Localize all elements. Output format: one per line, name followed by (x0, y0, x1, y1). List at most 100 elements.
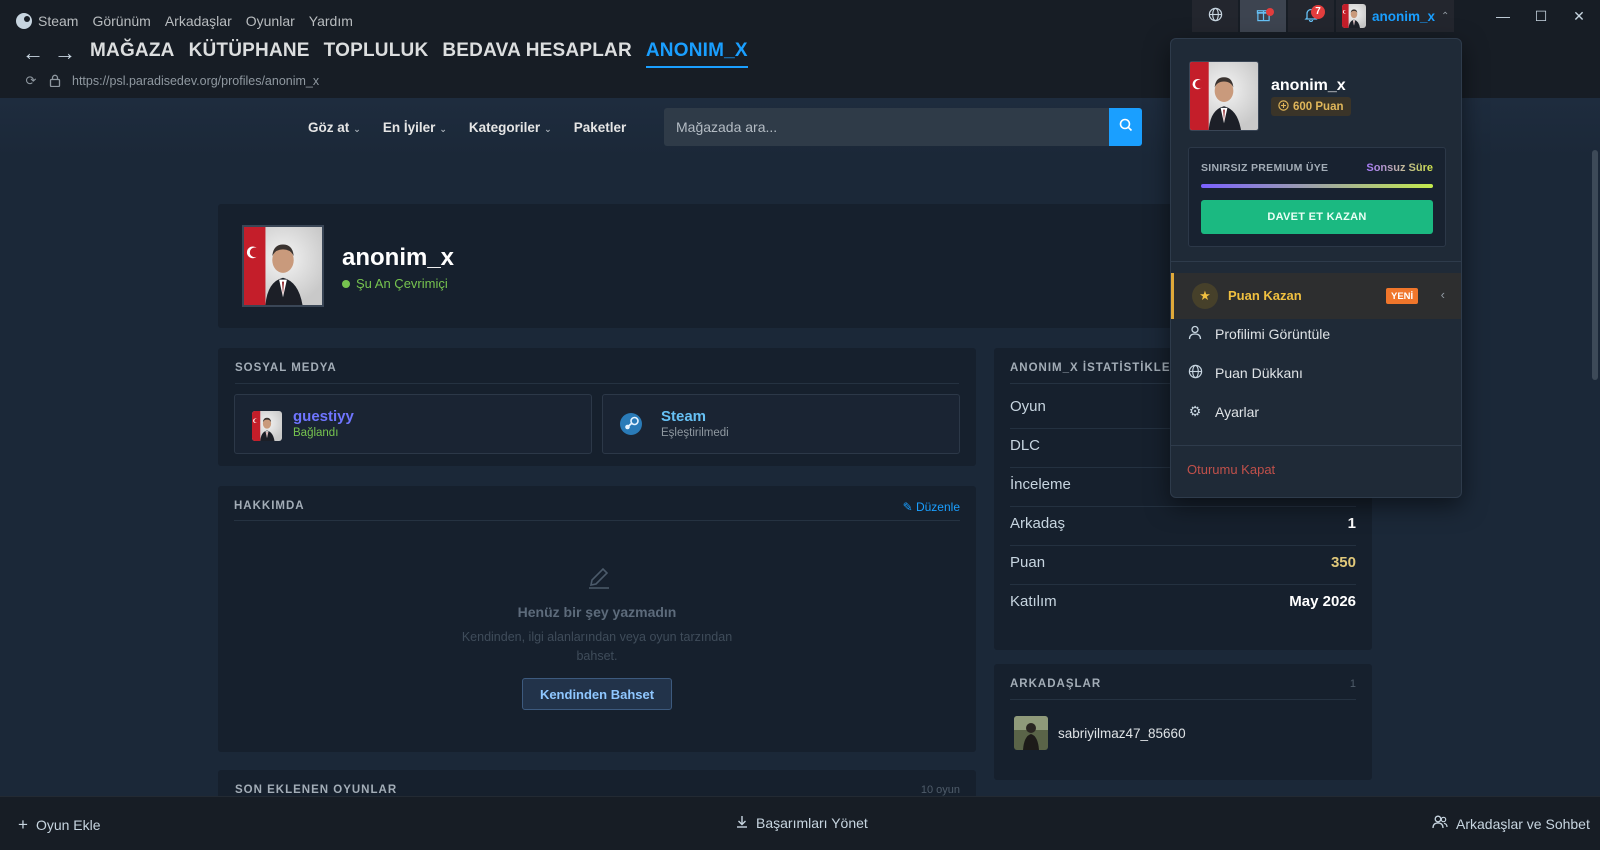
earn-points-item[interactable]: ★ Puan Kazan YENİ ‹ (1171, 273, 1461, 319)
stat-label: Puan (1010, 554, 1046, 571)
gift-button[interactable] (1240, 0, 1286, 32)
dropdown-username: anonim_x (1271, 77, 1346, 94)
back-arrow-icon[interactable]: ← (20, 41, 46, 67)
social-card-status: Eşleştirilmedi (661, 427, 729, 439)
search-icon (1119, 118, 1133, 137)
settings-label: Ayarlar (1215, 403, 1260, 420)
bottom-bar: + Oyun Ekle Başarımları Yönet Arkadaşlar… (0, 796, 1600, 850)
steam-menu-label: Steam (38, 13, 79, 29)
stat-label: İnceleme (1010, 476, 1071, 493)
download-icon (736, 815, 748, 831)
nav-profile[interactable]: ANONIM_X (645, 40, 748, 68)
store-bundles-label: Paketler (573, 120, 627, 135)
notifications-button[interactable]: 7 (1288, 0, 1334, 32)
earn-points-label: Puan Kazan (1228, 288, 1302, 303)
add-game-button[interactable]: + Oyun Ekle (18, 815, 101, 835)
points-shop-label: Puan Dükkanı (1215, 365, 1303, 381)
dropdown-avatar (1189, 61, 1259, 131)
divider (1171, 261, 1461, 262)
stats-title: ANONIM_X İSTATİSTİKLERİ (1010, 362, 1184, 374)
globe-icon (1187, 364, 1203, 382)
manage-achievements-button[interactable]: Başarımları Yönet (736, 815, 868, 831)
page-scrollbar[interactable] (1592, 150, 1598, 380)
logout-button[interactable]: Oturumu Kapat (1187, 462, 1275, 477)
stat-value: 1 (1347, 515, 1356, 532)
url-row: ⟳ https://psl.paradisedev.org/profiles/a… (24, 74, 320, 89)
friends-panel: ARKADAŞLAR 1 sabriyilmaz47_85660 (994, 664, 1372, 780)
lock-icon (48, 74, 62, 88)
stat-row-points: Puan 350 (1010, 546, 1356, 585)
premium-progress-bar (1201, 184, 1433, 188)
points-shop-item[interactable]: Puan Dükkanı (1187, 364, 1303, 382)
stat-label: Katılım (1010, 593, 1057, 610)
steam-icon (619, 412, 643, 441)
menu-help[interactable]: Yardım (309, 13, 353, 29)
url-text[interactable]: https://psl.paradisedev.org/profiles/ano… (72, 74, 319, 88)
minimize-icon[interactable]: — (1484, 0, 1522, 32)
top-buttons: 7 anonim_x ⌃ (1192, 0, 1454, 32)
menu-view[interactable]: Görünüm (92, 13, 150, 29)
stat-label: Arkadaş (1010, 515, 1066, 532)
menu-games[interactable]: Oyunlar (246, 13, 295, 29)
close-icon[interactable]: ✕ (1560, 0, 1598, 32)
coin-icon (1278, 99, 1289, 114)
plus-icon: + (18, 815, 28, 834)
user-avatar (252, 411, 282, 441)
user-icon (1187, 325, 1203, 343)
tell-about-yourself-button[interactable]: Kendinden Bahset (522, 678, 672, 710)
stat-value: May 2026 (1289, 593, 1356, 610)
store-categories[interactable]: Kategoriler ⌄ (469, 120, 552, 135)
nav-library[interactable]: KÜTÜPHANE (189, 40, 310, 68)
recent-games-title: SON EKLENEN OYUNLAR (235, 784, 398, 796)
about-empty-subtitle: Kendinden, ilgi alanlarından veya oyun t… (461, 630, 733, 663)
edit-link[interactable]: ✎ Düzenle (903, 500, 960, 514)
social-card-guestiyy[interactable]: guestiyy Bağlandı (234, 394, 592, 454)
store-search (664, 108, 1142, 146)
profile-name: anonim_x (342, 244, 455, 271)
view-profile-item[interactable]: Profilimi Görüntüle (1187, 325, 1330, 343)
store-top-label: En İyiler (382, 120, 436, 135)
chevron-down-icon: ⌄ (544, 124, 552, 134)
premium-duration: Sonsuz Süre (1366, 162, 1433, 174)
add-game-label: Oyun Ekle (35, 817, 101, 833)
online-status-text: Şu An Çevrimiçi (356, 276, 448, 291)
search-input[interactable] (664, 108, 1106, 146)
top-username: anonim_x (1372, 8, 1436, 24)
store-bundles[interactable]: Paketler (574, 120, 627, 135)
settings-item[interactable]: ⚙ Ayarlar (1187, 403, 1259, 420)
stat-value: 350 (1330, 554, 1356, 571)
stat-label: DLC (1010, 437, 1041, 454)
chevron-down-icon: ⌄ (353, 124, 361, 134)
menu-friends[interactable]: Arkadaşlar (165, 13, 232, 29)
points-text: 600 Puan (1293, 100, 1344, 113)
reload-icon[interactable]: ⟳ (24, 74, 38, 88)
divider (1171, 445, 1461, 446)
nav-store[interactable]: MAĞAZA (90, 40, 175, 68)
steam-menu[interactable]: Steam (16, 13, 78, 29)
nav-community[interactable]: TOPLULUK (324, 40, 429, 68)
about-empty-title: Henüz bir şey yazmadın (517, 604, 677, 620)
nav-row: ← → MAĞAZA KÜTÜPHANE TOPLULUK BEDAVA HES… (20, 40, 748, 68)
globe-button[interactable] (1192, 0, 1238, 32)
online-status: Şu An Çevrimiçi (342, 276, 448, 291)
invite-earn-button[interactable]: DAVET ET KAZAN (1201, 200, 1433, 234)
view-profile-label: Profilimi Görüntüle (1215, 326, 1331, 342)
friends-title: ARKADAŞLAR (1010, 678, 1102, 690)
recent-games-count: 10 oyun (920, 784, 960, 796)
store-nav-items: Göz at ⌄ En İyiler ⌄ Kategoriler ⌄ Paketler (308, 120, 626, 135)
friend-name: sabriyilmaz47_85660 (1058, 726, 1186, 741)
stat-label: Oyun (1010, 398, 1046, 415)
premium-box: SINIRSIZ PREMIUM ÜYE Sonsuz Süre DAVET E… (1188, 147, 1446, 247)
user-menu-button[interactable]: anonim_x ⌃ (1336, 0, 1454, 32)
store-browse[interactable]: Göz at ⌄ (308, 120, 361, 135)
nav-free-accounts[interactable]: BEDAVA HESAPLAR (442, 40, 632, 68)
social-card-steam[interactable]: Steam Eşleştirilmedi (602, 394, 960, 454)
star-icon: ★ (1192, 283, 1218, 309)
friends-chat-button[interactable]: Arkadaşlar ve Sohbet (1432, 815, 1590, 832)
user-dropdown: anonim_x 600 Puan SINIRSIZ PREMIUM ÜYE S… (1170, 38, 1462, 498)
forward-arrow-icon[interactable]: → (52, 41, 78, 67)
maximize-icon[interactable]: ☐ (1522, 0, 1560, 32)
search-button[interactable] (1109, 108, 1142, 146)
social-media-panel: SOSYAL MEDYA guestiyy Bağlandı Steam Eşl… (218, 348, 976, 466)
store-top[interactable]: En İyiler ⌄ (383, 120, 447, 135)
